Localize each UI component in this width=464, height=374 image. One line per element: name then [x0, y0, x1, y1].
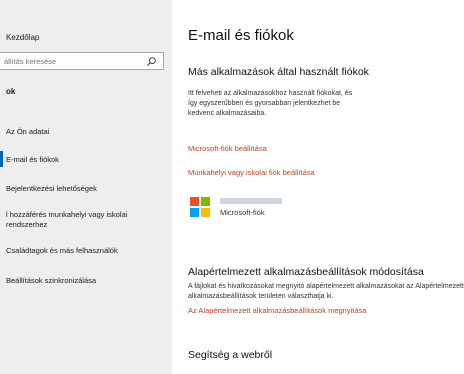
help-from-web-heading: Segítség a webről	[188, 349, 273, 361]
sidebar-item-work-school-access[interactable]: l hozzáférés munkahelyi vagy iskolai ren…	[6, 210, 170, 230]
main-content: E-mail és fiókok Más alkalmazások által …	[172, 0, 464, 374]
default-apps-heading: Alapértelmezett alkalmazásbeállítások mó…	[188, 266, 424, 278]
sidebar: Kezdőlap ok Az Ön adatai E-mail és fióko…	[0, 0, 172, 374]
sidebar-item-your-info[interactable]: Az Ön adatai	[6, 127, 170, 137]
selected-indicator	[0, 151, 3, 167]
other-apps-description: Itt felveheti az alkalmazásokhoz használ…	[188, 90, 353, 117]
sidebar-item-family-other-users[interactable]: Családtagok és más felhasználók	[6, 246, 170, 256]
settings-search-box[interactable]	[0, 52, 164, 70]
account-email-redacted[interactable]	[220, 198, 282, 204]
search-icon[interactable]	[146, 56, 157, 67]
sidebar-item-sign-in-options[interactable]: Bejelentkezési lehetőségek	[6, 184, 170, 194]
microsoft-logo-icon	[190, 197, 210, 217]
sidebar-item-sync-settings[interactable]: Beállítások szinkronizálása	[6, 276, 170, 286]
page-title: E-mail és fiókok	[188, 27, 294, 44]
sidebar-home-link[interactable]: Kezdőlap	[6, 33, 39, 42]
default-apps-description: A fájlokat és hivatkozásokat megnyitó al…	[188, 283, 464, 300]
other-apps-heading: Más alkalmazások által használt fiókok	[188, 66, 369, 78]
add-work-school-account-link[interactable]: Munkahelyi vagy iskolai fiók beállítása	[188, 168, 315, 177]
account-type-label: Microsoft-fiók	[220, 208, 265, 217]
add-microsoft-account-link[interactable]: Microsoft-fiók beállítása	[188, 144, 267, 153]
sidebar-section-label: ok	[6, 87, 16, 96]
sidebar-item-email-accounts[interactable]: E-mail és fiókok	[6, 155, 170, 165]
search-input[interactable]	[4, 55, 134, 68]
open-default-apps-link[interactable]: Az Alapértelmezett alkalmazásbeállítások…	[188, 306, 366, 315]
